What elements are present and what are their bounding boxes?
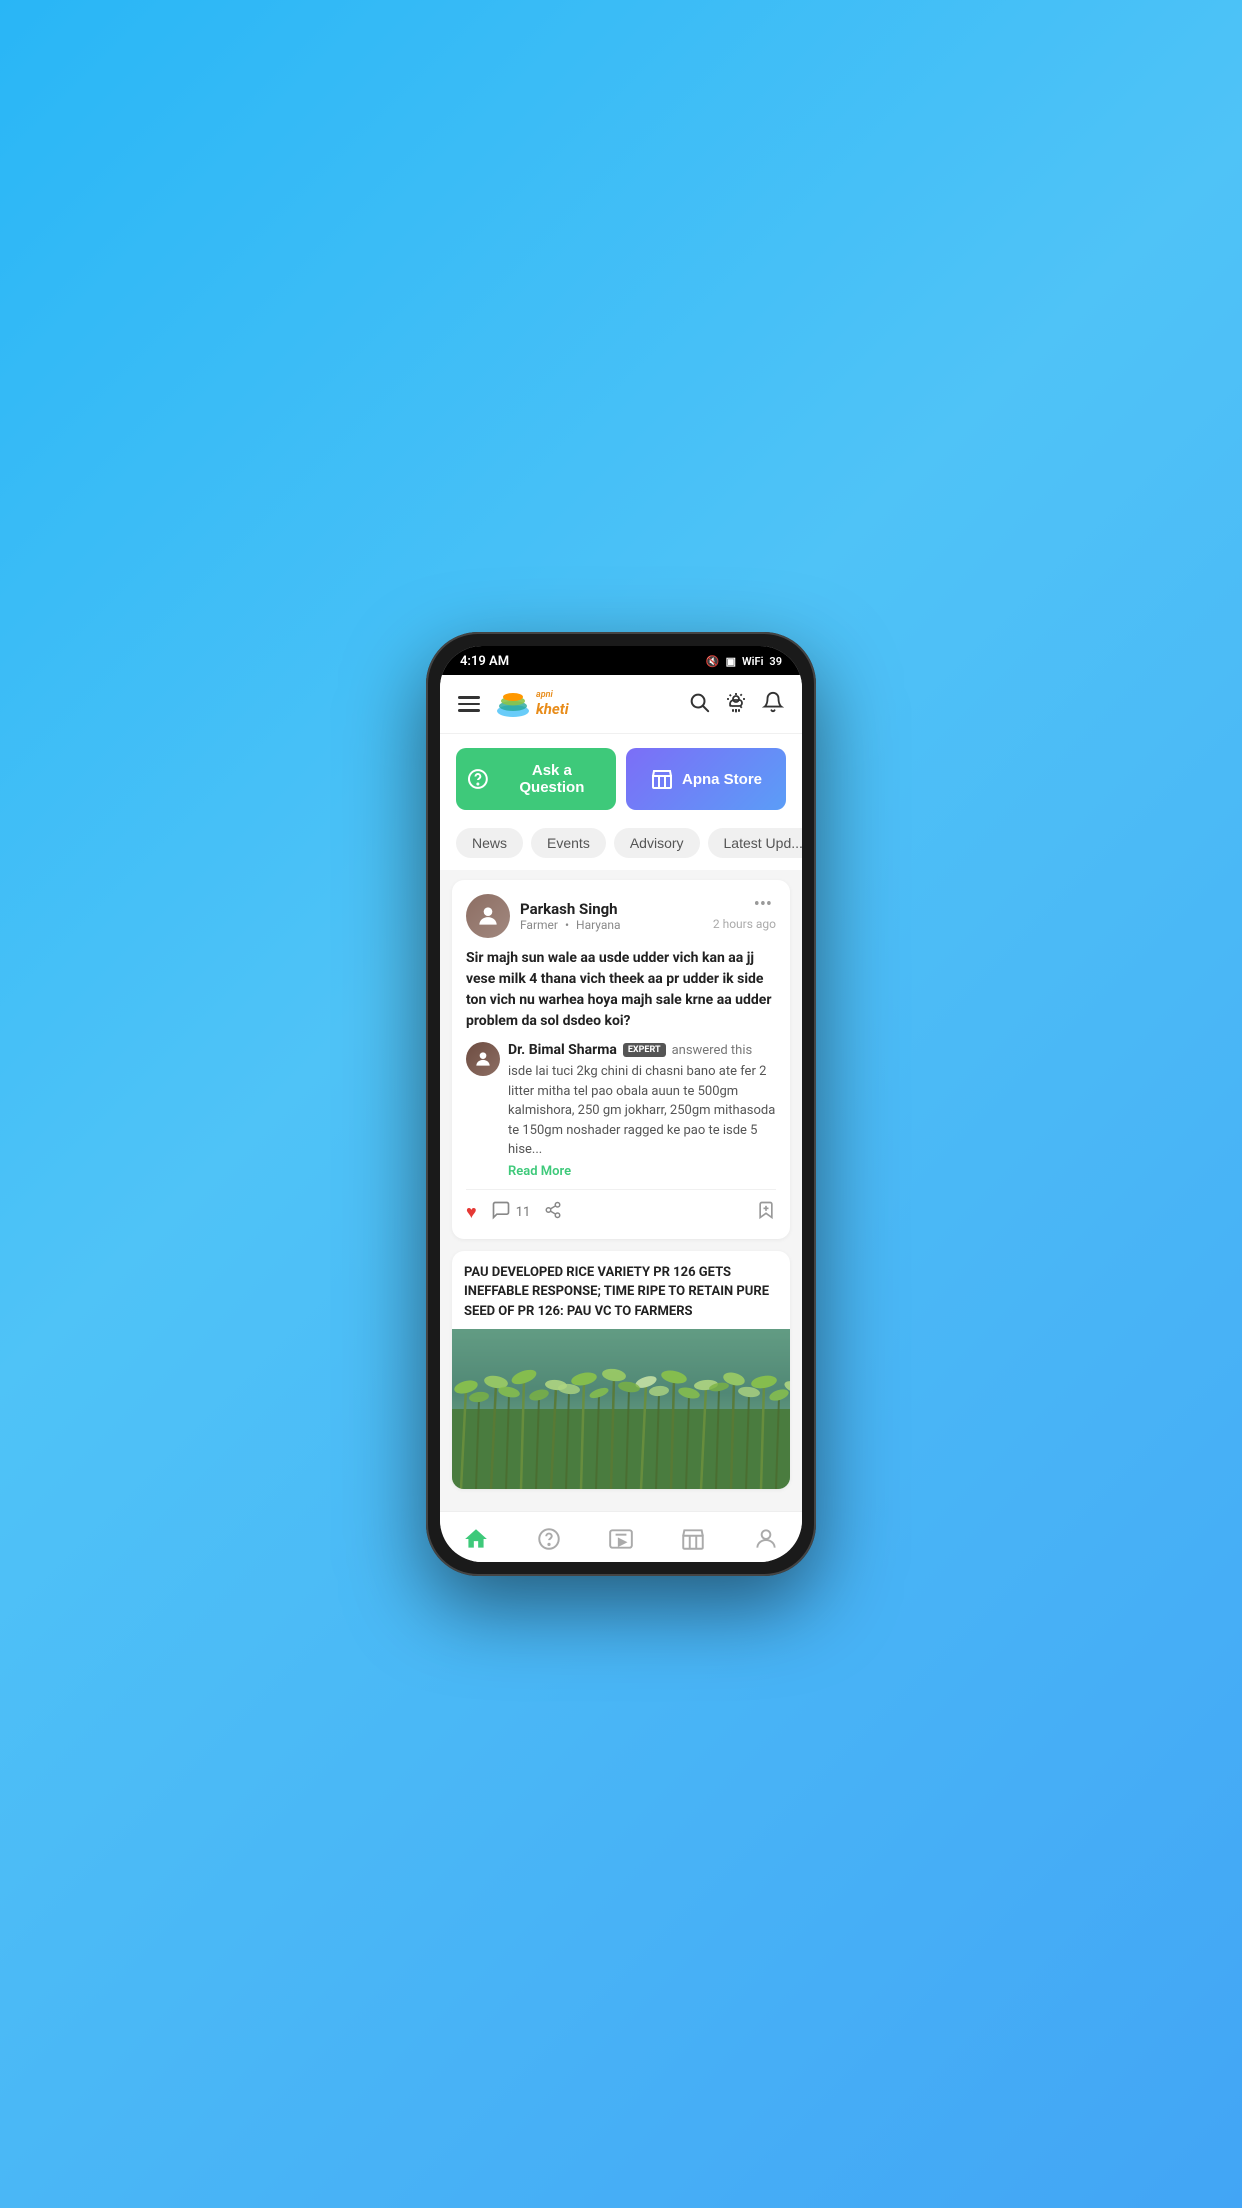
news-title: PAU DEVELOPED RICE VARIETY PR 126 GETS I… <box>452 1251 790 1330</box>
signal-icon: WiFi <box>742 655 763 668</box>
like-button[interactable]: ♥ <box>466 1202 477 1223</box>
battery-icon: 39 <box>769 655 782 668</box>
weather-button[interactable] <box>724 690 748 718</box>
read-more-link[interactable]: Read More <box>508 1164 571 1179</box>
news-card[interactable]: PAU DEVELOPED RICE VARIETY PR 126 GETS I… <box>452 1251 790 1490</box>
nav-video[interactable] <box>598 1522 644 1556</box>
ask-question-button[interactable]: Ask a Question <box>456 748 616 810</box>
news-image <box>452 1329 790 1489</box>
expert-avatar <box>466 1042 500 1076</box>
comment-count: 11 <box>516 1205 531 1220</box>
main-content: Parkash Singh Farmer • Haryana ••• 2 hou… <box>440 870 802 1511</box>
nav-profile[interactable] <box>743 1522 789 1556</box>
expert-badge: EXPERT <box>623 1043 666 1057</box>
nav-bar: apni kheti <box>440 675 802 734</box>
more-options-button[interactable]: ••• <box>750 894 776 915</box>
post-actions: ♥ 11 <box>466 1189 776 1225</box>
tab-events[interactable]: Events <box>531 828 606 858</box>
mute-icon: 🔇 <box>706 655 720 668</box>
status-bar: 4:19 AM 🔇 ▣ WiFi 39 <box>440 646 802 675</box>
action-buttons: Ask a Question Apna Store <box>440 734 802 824</box>
post-time: 2 hours ago <box>713 917 776 931</box>
heart-icon: ♥ <box>466 1202 477 1223</box>
share-button[interactable] <box>544 1201 562 1223</box>
post-card: Parkash Singh Farmer • Haryana ••• 2 hou… <box>452 880 790 1239</box>
user-avatar <box>466 894 510 938</box>
user-meta: Farmer • Haryana <box>520 918 621 932</box>
apna-store-button[interactable]: Apna Store <box>626 748 786 810</box>
answer-text: isde lai tuci 2kg chini di chasni bano a… <box>508 1062 776 1160</box>
tab-news[interactable]: News <box>456 828 523 858</box>
nav-home[interactable] <box>453 1522 499 1556</box>
answered-text: answered this <box>672 1043 753 1058</box>
notifications-button[interactable] <box>762 691 784 717</box>
nav-qa[interactable] <box>526 1522 572 1556</box>
post-question: Sir majh sun wale aa usde udder vich kan… <box>466 948 776 1032</box>
comment-icon <box>491 1200 511 1225</box>
tab-latest[interactable]: Latest Upd... <box>708 828 802 858</box>
tab-advisory[interactable]: Advisory <box>614 828 700 858</box>
status-time: 4:19 AM <box>460 654 509 669</box>
nav-store[interactable] <box>670 1522 716 1556</box>
search-button[interactable] <box>688 691 710 717</box>
menu-button[interactable] <box>458 696 480 712</box>
filter-tabs: News Events Advisory Latest Upd... <box>440 824 802 870</box>
share-icon <box>544 1201 562 1223</box>
bookmark-icon <box>756 1204 776 1225</box>
user-name: Parkash Singh <box>520 900 621 918</box>
app-logo: apni kheti <box>494 685 569 723</box>
expert-name: Dr. Bimal Sharma <box>508 1042 617 1058</box>
bookmark-button[interactable] <box>756 1200 776 1225</box>
wifi-icon: ▣ <box>726 655 736 668</box>
answer-block: Dr. Bimal Sharma EXPERT answered this is… <box>466 1042 776 1179</box>
bottom-nav <box>440 1511 802 1562</box>
comment-button[interactable]: 11 <box>491 1200 531 1225</box>
